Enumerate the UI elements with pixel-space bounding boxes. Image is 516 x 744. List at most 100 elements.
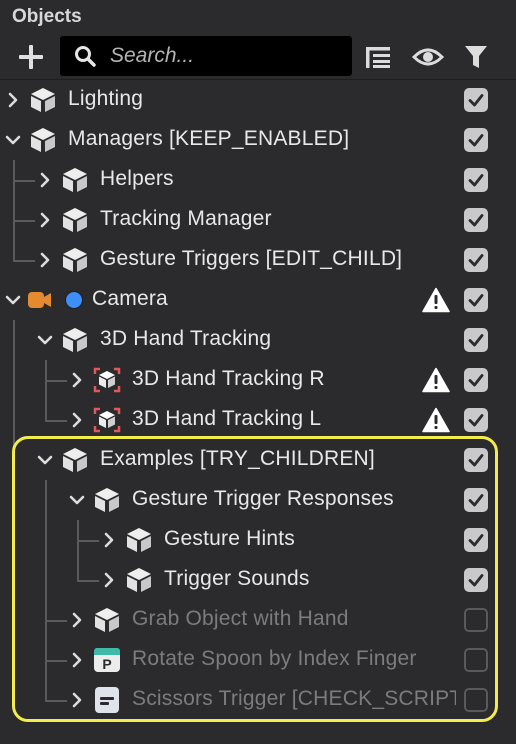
tree-item-camera[interactable]: Camera [0, 280, 516, 320]
chevron-right-icon[interactable] [37, 172, 53, 188]
checkmark-icon [464, 248, 488, 272]
checkmark-icon [464, 448, 488, 472]
scene-object-icon [92, 606, 122, 634]
visibility-button[interactable] [411, 42, 445, 72]
tree-item-label: Rotate Spoon by Index Finger [132, 647, 417, 670]
enable-checkbox[interactable] [464, 568, 488, 592]
checkmark-icon [464, 488, 488, 512]
enable-checkbox[interactable] [464, 128, 488, 152]
tree-item-label: Helpers [100, 167, 174, 190]
search-input[interactable] [108, 40, 342, 72]
tree-item-label: Trigger Sounds [164, 567, 310, 590]
chevron-right-icon[interactable] [69, 692, 85, 708]
enable-checkbox[interactable] [464, 248, 488, 272]
chevron-right-icon[interactable] [69, 372, 85, 388]
tree-item-3d-hand-tracking[interactable]: 3D Hand Tracking [0, 320, 516, 360]
list-view-button[interactable] [362, 42, 394, 72]
tree-item-label: Gesture Triggers [EDIT_CHILD] [100, 247, 403, 270]
enable-checkbox[interactable] [464, 88, 488, 112]
enable-checkbox[interactable] [464, 608, 488, 632]
checkmark-icon [464, 288, 488, 312]
chevron-down-icon[interactable] [5, 292, 21, 308]
plus-icon [19, 45, 43, 69]
enable-checkbox[interactable] [464, 168, 488, 192]
warning-icon[interactable] [422, 407, 450, 433]
checkmark-icon [464, 328, 488, 352]
enable-checkbox[interactable] [464, 528, 488, 552]
script-icon [95, 687, 119, 713]
prefab-icon: P [94, 648, 120, 672]
chevron-right-icon[interactable] [69, 652, 85, 668]
chevron-right-icon[interactable] [69, 612, 85, 628]
scene-object-icon [60, 246, 90, 274]
enable-checkbox[interactable] [464, 408, 488, 432]
tree-item-tracking-manager[interactable]: Tracking Manager [0, 200, 516, 240]
checkmark-icon [464, 568, 488, 592]
tree-item-trigger-sounds[interactable]: Trigger Sounds [0, 560, 516, 600]
tree-item-3d-hand-tracking-l[interactable]: 3D Hand Tracking L [0, 400, 516, 440]
chevron-right-icon[interactable] [101, 572, 117, 588]
chevron-right-icon[interactable] [37, 212, 53, 228]
warning-icon[interactable] [422, 367, 450, 393]
objects-toolbar [0, 34, 516, 80]
chevron-down-icon[interactable] [37, 332, 53, 348]
enable-checkbox[interactable] [464, 648, 488, 672]
tree-item-label: Examples [TRY_CHILDREN] [100, 447, 375, 470]
enable-checkbox[interactable] [464, 688, 488, 712]
tree-item-gesture-triggers[interactable]: Gesture Triggers [EDIT_CHILD] [0, 240, 516, 280]
camera-icon [28, 292, 51, 308]
enable-checkbox[interactable] [464, 208, 488, 232]
tree-item-managers[interactable]: Managers [KEEP_ENABLED] [0, 120, 516, 160]
checkmark-icon [464, 368, 488, 392]
enable-checkbox[interactable] [464, 488, 488, 512]
tree-item-helpers[interactable]: Helpers [0, 160, 516, 200]
tree-item-label: 3D Hand Tracking [100, 327, 272, 350]
enable-checkbox[interactable] [464, 328, 488, 352]
tracking-cube-icon [92, 366, 122, 394]
chevron-down-icon[interactable] [5, 132, 21, 148]
layer-dot-icon [65, 291, 83, 309]
tree-item-scissors-trigger[interactable]: Scissors Trigger [CHECK_SCRIPT] [0, 680, 516, 720]
warning-icon[interactable] [422, 287, 450, 313]
checkmark-icon [464, 528, 488, 552]
panel-title: Objects [12, 6, 82, 27]
checkmark-icon [464, 208, 488, 232]
tree-item-gesture-hints[interactable]: Gesture Hints [0, 520, 516, 560]
scene-object-icon [60, 166, 90, 194]
scene-object-icon [28, 126, 58, 154]
enable-checkbox[interactable] [464, 448, 488, 472]
tree-item-label: Gesture Trigger Responses [132, 487, 394, 510]
tree-item-label: Camera [92, 287, 168, 310]
tree-item-grab-object-with-hand[interactable]: Grab Object with Hand [0, 600, 516, 640]
list-icon [366, 47, 390, 68]
tree-item-label: Tracking Manager [100, 207, 272, 230]
chevron-down-icon[interactable] [69, 492, 85, 508]
checkmark-icon [464, 88, 488, 112]
search-icon [75, 46, 96, 67]
tree-item-label: Managers [KEEP_ENABLED] [68, 127, 350, 150]
tree-item-label: 3D Hand Tracking R [132, 367, 325, 390]
svg-text:P: P [102, 656, 111, 672]
chevron-right-icon[interactable] [101, 532, 117, 548]
tree-item-label: Scissors Trigger [CHECK_SCRIPT] [132, 687, 456, 710]
scene-object-icon [124, 526, 154, 554]
checkmark-icon [464, 168, 488, 192]
scene-object-icon [124, 566, 154, 594]
chevron-right-icon[interactable] [5, 92, 21, 108]
filter-button[interactable] [460, 42, 492, 72]
search-field[interactable] [60, 36, 352, 76]
enable-checkbox[interactable] [464, 368, 488, 392]
tree-item-3d-hand-tracking-r[interactable]: 3D Hand Tracking R [0, 360, 516, 400]
tree-item-gesture-trigger-responses[interactable]: Gesture Trigger Responses [0, 480, 516, 520]
tree-item-examples[interactable]: Examples [TRY_CHILDREN] [0, 440, 516, 480]
tree-item-rotate-spoon[interactable]: P Rotate Spoon by Index Finger [0, 640, 516, 680]
chevron-right-icon[interactable] [69, 412, 85, 428]
tree-item-label: Lighting [68, 87, 144, 110]
enable-checkbox[interactable] [464, 288, 488, 312]
chevron-right-icon[interactable] [37, 252, 53, 268]
chevron-down-icon[interactable] [37, 452, 53, 468]
filter-icon [465, 46, 487, 68]
checkmark-icon [464, 128, 488, 152]
tree-item-lighting[interactable]: Lighting [0, 80, 516, 120]
add-object-button[interactable] [14, 42, 48, 72]
